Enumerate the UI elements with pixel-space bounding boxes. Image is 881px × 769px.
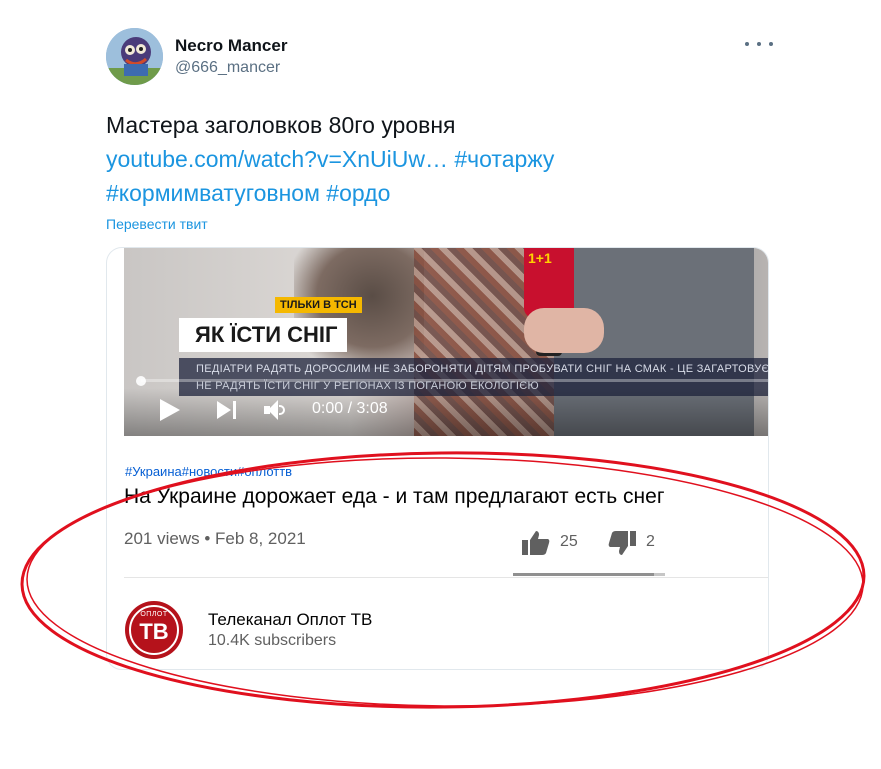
hashtag-link[interactable]: #ордо [326, 180, 390, 206]
news-badge: ТІЛЬКИ В ТСН [275, 297, 362, 313]
channel-logo-text: ОПЛОТ [140, 611, 168, 618]
channel-logo-text: ТВ [139, 619, 169, 644]
video-title[interactable]: На Украине дорожает еда - и там предлага… [124, 485, 768, 509]
more-horizontal-icon[interactable] [745, 36, 773, 52]
hashtag-link[interactable]: #чотаржу [454, 146, 554, 172]
seek-bar[interactable] [141, 379, 768, 382]
ticker-line: ПЕДІАТРИ РАДЯТЬ ДОРОСЛИМ НЕ ЗАБОРОНЯТИ Д… [196, 363, 769, 375]
author-name[interactable]: Necro Mancer [175, 36, 287, 56]
author-handle[interactable]: @666_mancer [175, 59, 280, 77]
video-hashtag[interactable]: #Украина [125, 464, 182, 479]
mic-logo: 1+1 [528, 250, 552, 266]
video-hashtag[interactable]: #новости [182, 464, 237, 479]
video-player[interactable]: 1+1 ТІЛЬКИ В ТСН ЯК ЇСТИ СНІГ ПЕДІАТРИ Р… [124, 248, 769, 436]
video-hashtags: #Украина#новости#оплоттв [125, 464, 292, 479]
like-count: 25 [560, 533, 578, 550]
thumbs-up-icon[interactable] [521, 530, 551, 556]
translate-tweet-link[interactable]: Перевести твит [106, 216, 208, 232]
author-avatar[interactable] [106, 28, 163, 85]
volume-icon[interactable] [264, 400, 290, 420]
divider [124, 577, 768, 578]
tweet-link[interactable]: youtube.com/watch?v=XnUiUw… [106, 146, 454, 172]
play-icon[interactable] [160, 399, 180, 421]
avatar-image [106, 28, 163, 85]
subscriber-count: 10.4K subscribers [208, 632, 337, 649]
sentiment-bar-fill [513, 573, 654, 576]
view-count: 201 views • Feb 8, 2021 [124, 529, 306, 548]
thumbs-down-icon[interactable] [607, 530, 637, 556]
tweet-text: Мастера заголовков 80го уровня youtube.c… [106, 108, 756, 210]
next-icon[interactable] [217, 400, 239, 420]
tweet-body: Мастера заголовков 80го уровня [106, 112, 456, 138]
seek-handle[interactable] [136, 376, 146, 386]
video-hashtag[interactable]: #оплоттв [237, 464, 292, 479]
dislike-count: 2 [646, 533, 655, 550]
news-headline: ЯК ЇСТИ СНІГ [179, 318, 348, 352]
channel-avatar[interactable]: ОПЛОТ ТВ [125, 601, 183, 659]
time-display: 0:00 / 3:08 [312, 400, 388, 417]
hashtag-link[interactable]: #кормимватуговном [106, 180, 326, 206]
channel-name[interactable]: Телеканал Оплот ТВ [208, 610, 372, 630]
youtube-embed-card[interactable]: 1+1 ТІЛЬКИ В ТСН ЯК ЇСТИ СНІГ ПЕДІАТРИ Р… [106, 247, 769, 670]
